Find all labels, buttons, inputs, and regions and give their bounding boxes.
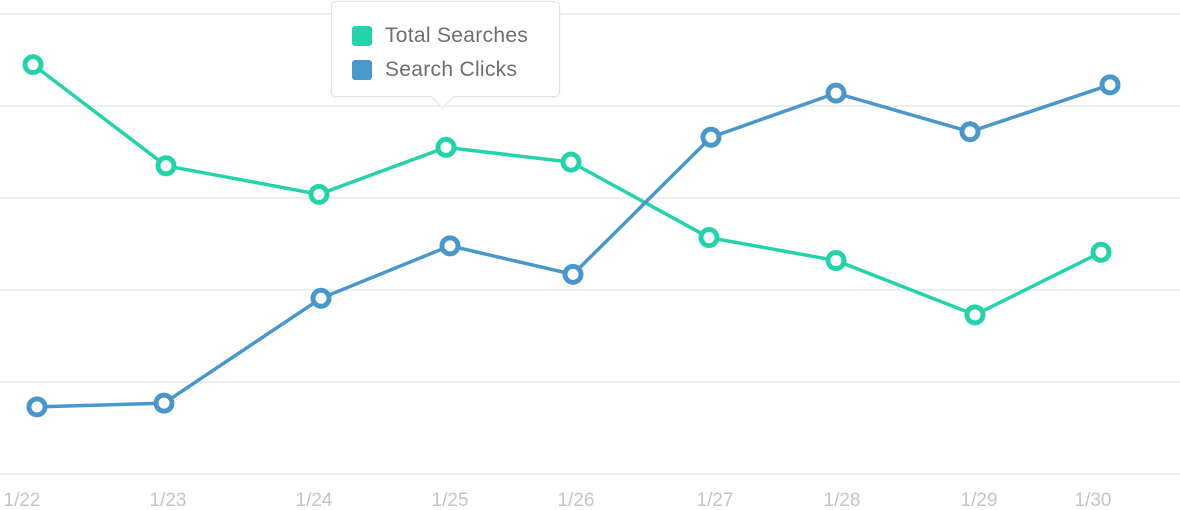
data-point-total-searches[interactable] (155, 155, 177, 177)
data-point-total-searches[interactable] (698, 227, 720, 249)
data-point-search-clicks[interactable] (959, 121, 981, 143)
series-line-search-clicks (36, 83, 1111, 409)
data-point-search-clicks[interactable] (153, 392, 175, 414)
data-point-total-searches[interactable] (22, 54, 44, 76)
x-tick-label: 1/26 (558, 490, 595, 510)
data-point-search-clicks[interactable] (562, 263, 584, 285)
data-point-total-searches[interactable] (435, 136, 457, 158)
gridlines (0, 13, 1180, 475)
legend-item-total-searches[interactable]: Total Searches (352, 24, 528, 48)
legend-label-search-clicks: Search Clicks (385, 58, 518, 81)
data-point-total-searches[interactable] (964, 304, 986, 326)
x-tick-label: 1/28 (824, 490, 861, 510)
data-point-total-searches[interactable] (1090, 241, 1112, 263)
data-point-search-clicks[interactable] (310, 287, 332, 309)
data-point-search-clicks[interactable] (1099, 74, 1121, 96)
data-point-total-searches[interactable] (560, 151, 582, 173)
legend-tooltip: Total Searches Search Clicks (331, 1, 560, 109)
legend-swatch-total-searches (352, 26, 372, 46)
series-layer (22, 54, 1121, 418)
x-tick-label: 1/27 (697, 490, 734, 510)
data-point-search-clicks[interactable] (439, 235, 461, 257)
x-tick-label: 1/24 (296, 490, 333, 510)
x-tick-label: 1/29 (961, 490, 998, 510)
data-point-total-searches[interactable] (825, 250, 847, 272)
legend-label-total-searches: Total Searches (385, 24, 529, 47)
data-point-search-clicks[interactable] (26, 396, 48, 418)
x-tick-label: 1/23 (150, 490, 187, 510)
legend-swatch-search-clicks (352, 60, 372, 80)
data-point-search-clicks[interactable] (825, 82, 847, 104)
line-chart: 1/22 1/23 1/24 1/25 1/26 1/27 1/28 1/29 1/30 (0, 13, 1180, 510)
legend-item-search-clicks[interactable]: Search Clicks (352, 58, 517, 82)
x-tick-label: 1/22 (4, 490, 41, 510)
data-point-search-clicks[interactable] (700, 126, 722, 148)
x-tick-label: 1/30 (1075, 490, 1112, 510)
x-axis-ticks: 1/22 1/23 1/24 1/25 1/26 1/27 1/28 1/29 1/30 (4, 490, 1112, 510)
x-tick-label: 1/25 (432, 490, 469, 510)
data-point-total-searches[interactable] (308, 183, 330, 205)
